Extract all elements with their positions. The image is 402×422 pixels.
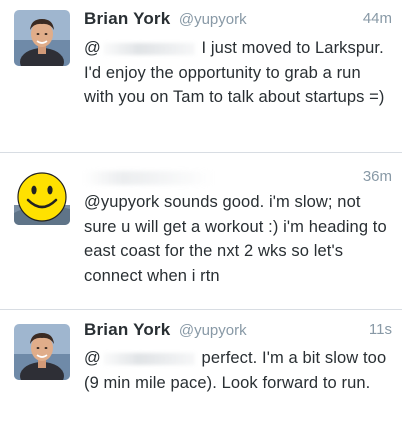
tweet-text: @yupyork sounds good. i'm slow; not sure… <box>84 190 392 288</box>
redacted-mention <box>102 42 195 55</box>
author-handle[interactable]: @yupyork <box>179 322 247 339</box>
tweet-header: Brian York @yupyork 11s <box>84 320 392 344</box>
avatar[interactable] <box>14 324 70 380</box>
tweet-text: @ perfect. I'm a bit slow too (9 min mil… <box>84 346 392 395</box>
tweet-timestamp[interactable]: 36m <box>363 168 392 185</box>
tweet-header: 36m <box>84 167 392 191</box>
redacted-mention <box>102 352 195 365</box>
author-name[interactable]: Brian York <box>84 9 170 28</box>
tweet-item[interactable]: Brian York @yupyork 44m @ I just moved t… <box>0 0 402 152</box>
mention-prefix: @ <box>84 39 101 57</box>
tweet-timeline: Brian York @yupyork 44m @ I just moved t… <box>0 0 402 422</box>
redacted-author <box>84 170 214 185</box>
author-name[interactable]: Brian York <box>84 320 170 339</box>
tweet-text: @ I just moved to Larkspur. I'd enjoy th… <box>84 36 392 110</box>
tweet-item[interactable]: Brian York @yupyork 11s @ perfect. I'm a… <box>0 310 402 422</box>
mention-prefix: @ <box>84 349 101 367</box>
avatar[interactable] <box>14 10 70 66</box>
tweet-timestamp[interactable]: 11s <box>369 321 392 338</box>
avatar[interactable] <box>14 169 70 225</box>
tweet-item[interactable]: 36m @yupyork sounds good. i'm slow; not … <box>0 153 402 309</box>
author-handle[interactable]: @yupyork <box>179 11 247 28</box>
tweet-timestamp[interactable]: 44m <box>363 10 392 27</box>
tweet-body: @yupyork sounds good. i'm slow; not sure… <box>84 193 387 285</box>
tweet-header: Brian York @yupyork 44m <box>84 9 392 33</box>
